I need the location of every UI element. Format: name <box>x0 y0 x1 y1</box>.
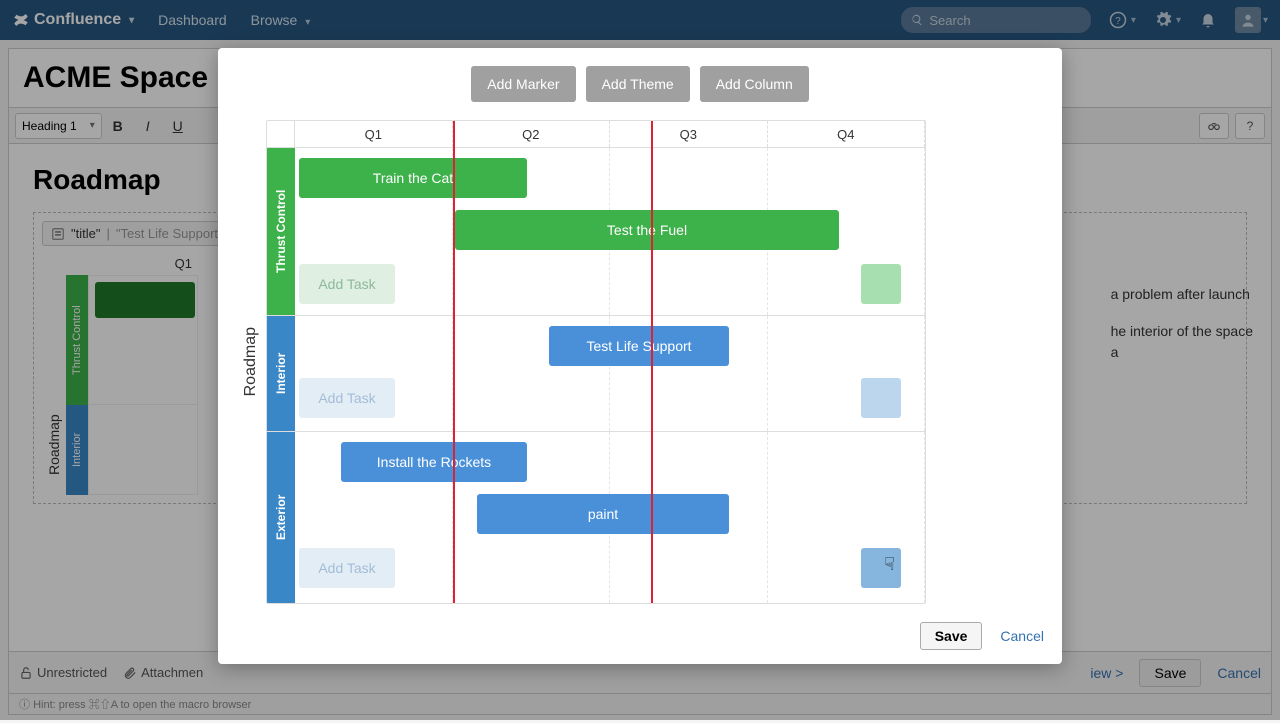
modal-cancel-link[interactable]: Cancel <box>1000 628 1044 644</box>
bar-life-support[interactable]: Test Life Support <box>549 326 729 366</box>
lane-exterior: Exterior Install the Rockets paint Add T… <box>267 431 925 603</box>
lane-label-exterior[interactable]: Exterior <box>267 432 295 603</box>
modal-save-button[interactable]: Save <box>920 622 983 650</box>
bar-install-rockets[interactable]: Install the Rockets <box>341 442 527 482</box>
modal-top-buttons: Add Marker Add Theme Add Column <box>236 66 1044 102</box>
roadmap-header-row: Q1 Q2 Q3 Q4 <box>267 121 925 147</box>
roadmap-editor-modal: Add Marker Add Theme Add Column Roadmap … <box>218 48 1062 664</box>
col-q4[interactable]: Q4 <box>768 121 926 147</box>
lane-thrust-control: Thrust Control Train the Cat Test the Fu… <box>267 147 925 315</box>
marker-line-2[interactable] <box>651 121 653 603</box>
col-q1[interactable]: Q1 <box>295 121 453 147</box>
col-q3[interactable]: Q3 <box>610 121 768 147</box>
bar-paint[interactable]: paint <box>477 494 729 534</box>
color-swatch-green[interactable] <box>861 264 901 304</box>
bar-test-fuel[interactable]: Test the Fuel <box>455 210 839 250</box>
modal-overlay: Add Marker Add Theme Add Column Roadmap … <box>0 0 1280 720</box>
add-theme-button[interactable]: Add Theme <box>586 66 690 102</box>
add-task-interior[interactable]: Add Task <box>299 378 395 418</box>
add-task-exterior[interactable]: Add Task <box>299 548 395 588</box>
bar-train-cat[interactable]: Train the Cat <box>299 158 527 198</box>
add-task-thrust[interactable]: Add Task <box>299 264 395 304</box>
col-q2[interactable]: Q2 <box>453 121 611 147</box>
add-column-button[interactable]: Add Column <box>700 66 809 102</box>
add-marker-button[interactable]: Add Marker <box>471 66 575 102</box>
color-swatch-blue[interactable] <box>861 548 901 588</box>
marker-line-1[interactable] <box>453 121 455 603</box>
color-swatch-lightblue[interactable] <box>861 378 901 418</box>
roadmap-grid: Q1 Q2 Q3 Q4 Thrust Control Train the Cat… <box>266 120 926 604</box>
lane-label-thrust[interactable]: Thrust Control <box>267 148 295 315</box>
lane-label-interior[interactable]: Interior <box>267 316 295 431</box>
lane-interior: Interior Test Life Support Add Task <box>267 315 925 431</box>
modal-footer: Save Cancel <box>236 622 1044 650</box>
roadmap-title-vertical: Roadmap <box>236 327 266 396</box>
